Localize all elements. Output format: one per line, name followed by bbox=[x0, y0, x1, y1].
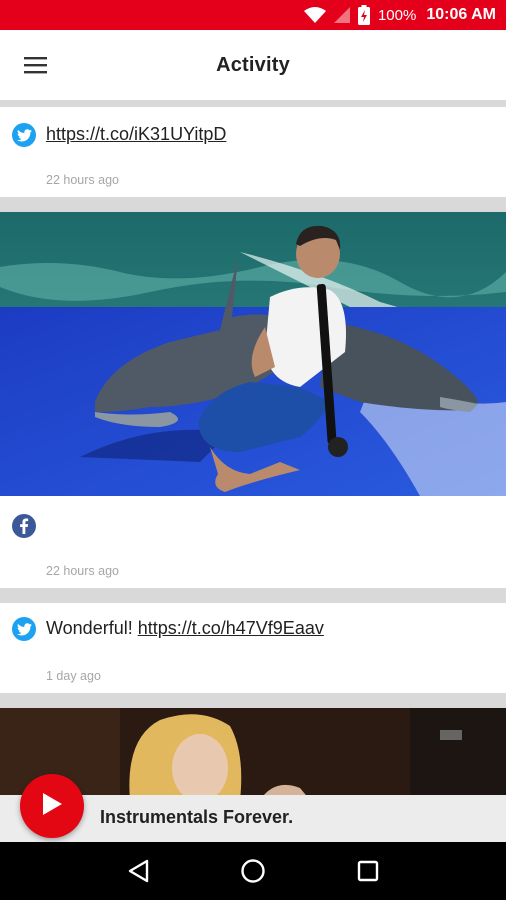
wifi-icon bbox=[303, 7, 326, 23]
timestamp: 22 hours ago bbox=[46, 173, 119, 187]
system-nav-bar bbox=[0, 842, 506, 900]
battery-percent: 100% bbox=[377, 6, 417, 24]
tweet-link[interactable]: https://t.co/iK31UYitpD bbox=[46, 124, 226, 144]
signal-icon bbox=[333, 7, 350, 23]
feed-item-facebook: 22 hours ago bbox=[0, 212, 506, 588]
screen: 100% 10:06 AM Activity https://t.co/iK31… bbox=[0, 0, 506, 900]
feed-item-row: Wonderful! https://t.co/h47Vf9Eaav bbox=[12, 617, 324, 641]
feed-item-row: https://t.co/iK31UYitpD bbox=[12, 123, 226, 147]
tweet-text-prefix: Wonderful! bbox=[46, 618, 138, 638]
page-title: Activity bbox=[216, 53, 290, 76]
twitter-icon bbox=[12, 123, 36, 147]
play-icon bbox=[41, 792, 63, 821]
tweet-text: Wonderful! https://t.co/h47Vf9Eaav bbox=[46, 617, 324, 639]
battery-charging-icon bbox=[357, 5, 370, 25]
activity-feed[interactable]: https://t.co/iK31UYitpD 22 hours ago 22 … bbox=[0, 100, 506, 800]
post-photo[interactable] bbox=[0, 212, 506, 496]
facebook-icon bbox=[12, 514, 36, 538]
play-button[interactable] bbox=[20, 774, 84, 838]
feed-item-tweet: https://t.co/iK31UYitpD 22 hours ago bbox=[0, 107, 506, 197]
clock: 10:06 AM bbox=[426, 6, 496, 23]
twitter-icon bbox=[12, 617, 36, 641]
home-icon[interactable] bbox=[233, 851, 273, 891]
now-playing-label: Instrumentals Forever. bbox=[100, 807, 294, 827]
timestamp: 1 day ago bbox=[46, 669, 101, 683]
recents-icon[interactable] bbox=[348, 851, 388, 891]
back-icon[interactable] bbox=[118, 851, 158, 891]
app-bar: Activity bbox=[0, 30, 506, 100]
feed-item-row bbox=[12, 514, 36, 538]
feed-item-tweet: Wonderful! https://t.co/h47Vf9Eaav 1 day… bbox=[0, 603, 506, 693]
timestamp: 22 hours ago bbox=[46, 564, 119, 578]
status-bar: 100% 10:06 AM bbox=[0, 0, 506, 30]
hamburger-menu-icon[interactable] bbox=[16, 47, 56, 83]
tweet-text: https://t.co/iK31UYitpD bbox=[46, 123, 226, 145]
tweet-link[interactable]: https://t.co/h47Vf9Eaav bbox=[138, 618, 324, 638]
